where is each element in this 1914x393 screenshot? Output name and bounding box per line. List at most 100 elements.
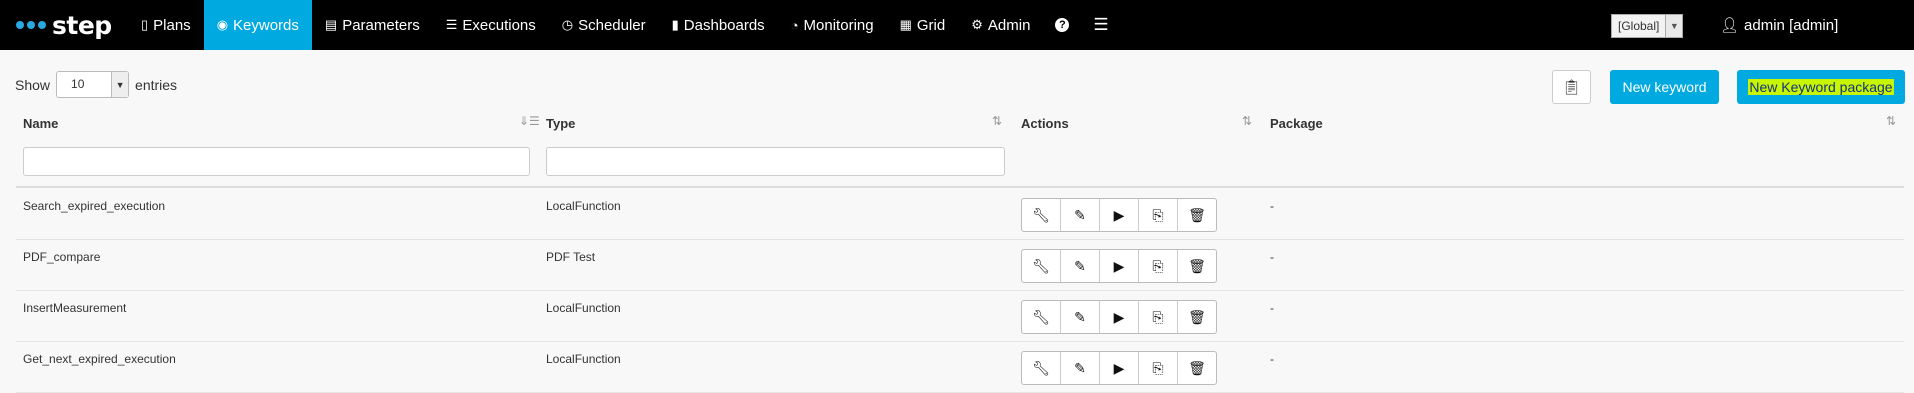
clipboard-icon: 📋︎: [1561, 79, 1582, 96]
row-actions-group: 🔧︎ ✎ ▶ ⎘ 🗑︎: [1021, 351, 1217, 385]
paste-keyword-button[interactable]: 📋︎: [1552, 70, 1591, 104]
keyword-package: -: [1270, 301, 1274, 315]
monitoring-icon: ◔: [790, 17, 799, 33]
column-header-package[interactable]: Package: [1270, 116, 1323, 131]
execute-play-icon: ▶: [1113, 308, 1125, 325]
table-row: Get_next_expired_execution LocalFunction 🔧…: [16, 341, 1904, 393]
delete-trash-icon: 🗑︎: [1188, 308, 1206, 325]
parameters-icon: ▤: [324, 17, 338, 32]
show-label: Show: [15, 76, 51, 93]
table-row: PDF_compare PDF Test 🔧︎ ✎ ▶ ⎘ 🗑︎ -: [16, 239, 1904, 291]
execute-play-icon: ▶: [1113, 359, 1125, 376]
edit-pencil-button[interactable]: ✎: [1061, 352, 1100, 384]
nav-item-monitoring[interactable]: ◔ Monitoring: [778, 0, 887, 50]
nav-item-dashboards[interactable]: ▮ Dashboards: [659, 0, 778, 50]
new-keyword-button[interactable]: New keyword: [1610, 70, 1719, 104]
execute-play-icon: ▶: [1113, 206, 1125, 223]
delete-trash-icon: 🗑︎: [1188, 257, 1206, 274]
nav-item-grid[interactable]: ▦ Grid: [887, 0, 959, 50]
sort-icon[interactable]: ⇅: [1886, 114, 1896, 128]
logo-dots-icon: [16, 21, 46, 29]
configure-wrench-button[interactable]: 🔧︎: [1022, 352, 1061, 384]
edit-pencil-button[interactable]: ✎: [1061, 250, 1100, 282]
page-length-control: Show 10 ▼ entries: [15, 71, 177, 98]
nav-item-label: Keywords: [233, 16, 299, 34]
configure-wrench-button[interactable]: 🔧︎: [1022, 199, 1061, 231]
keyword-type: LocalFunction: [546, 301, 621, 315]
delete-trash-button[interactable]: 🗑︎: [1178, 301, 1216, 333]
keyword-package: -: [1270, 199, 1274, 213]
nav-item-label: Grid: [916, 16, 946, 34]
edit-pencil-icon: ✎: [1074, 257, 1086, 274]
sort-icon[interactable]: ⇅: [1242, 114, 1252, 128]
execute-play-button[interactable]: ▶: [1100, 250, 1139, 282]
nav-item-parameters[interactable]: ▤ Parameters: [312, 0, 433, 50]
brand-logo[interactable]: step: [0, 11, 128, 40]
execute-play-icon: ▶: [1113, 257, 1125, 274]
export-button[interactable]: ⎘: [1139, 301, 1178, 333]
configure-wrench-button[interactable]: 🔧︎: [1022, 250, 1061, 282]
nav-item-label: Plans: [153, 16, 191, 34]
grid-icon: ▦: [899, 17, 912, 32]
executions-icon: ☰: [445, 17, 458, 32]
help-icon: ?: [1055, 18, 1070, 32]
nav-item-plans[interactable]: ▯ Plans: [128, 0, 204, 50]
type-filter-input[interactable]: [546, 147, 1005, 176]
execute-play-button[interactable]: ▶: [1100, 301, 1139, 333]
new-keyword-package-label: New Keyword package: [1748, 79, 1894, 95]
keyword-name: InsertMeasurement: [23, 301, 127, 315]
configure-wrench-icon: 🔧︎: [1032, 359, 1050, 376]
export-button[interactable]: ⎘: [1139, 352, 1178, 384]
chevron-down-icon: ▼: [1665, 15, 1683, 37]
row-actions-group: 🔧︎ ✎ ▶ ⎘ 🗑︎: [1021, 198, 1217, 232]
configure-wrench-button[interactable]: 🔧︎: [1022, 301, 1061, 333]
nav-item-label: Parameters: [342, 16, 420, 34]
delete-trash-icon: 🗑︎: [1188, 206, 1206, 223]
nav-item-keywords[interactable]: ◉ Keywords: [203, 0, 312, 50]
admin-gear-icon: ⚙: [971, 17, 983, 32]
new-keyword-package-button[interactable]: New Keyword package: [1737, 70, 1905, 104]
nav-item-scheduler[interactable]: ◷ Scheduler: [549, 0, 659, 50]
keyword-type: LocalFunction: [546, 352, 621, 366]
table-row: Search_expired_execution LocalFunction 🔧︎ ✎…: [16, 188, 1904, 240]
nav-item-admin[interactable]: ⚙ Admin: [958, 0, 1043, 50]
user-icon: 👤︎: [1720, 17, 1740, 34]
tenant-selector[interactable]: [Global] ▼: [1611, 14, 1684, 38]
main-menu-button[interactable]: ☰: [1081, 0, 1120, 50]
export-icon: ⎘: [1152, 257, 1164, 274]
delete-trash-button[interactable]: 🗑︎: [1178, 352, 1216, 384]
execute-play-button[interactable]: ▶: [1100, 199, 1139, 231]
help-button[interactable]: ?: [1043, 0, 1081, 50]
scheduler-icon: ◷: [561, 17, 574, 32]
delete-trash-button[interactable]: 🗑︎: [1178, 250, 1216, 282]
column-header-type[interactable]: Type: [546, 116, 575, 131]
sort-icon[interactable]: ⇅: [992, 114, 1002, 128]
name-filter-input[interactable]: [23, 147, 530, 176]
export-icon: ⎘: [1152, 308, 1164, 325]
delete-trash-button[interactable]: 🗑︎: [1178, 199, 1216, 231]
keyword-package: -: [1270, 250, 1274, 264]
user-name: admin [admin]: [1744, 16, 1839, 34]
edit-pencil-button[interactable]: ✎: [1061, 301, 1100, 333]
brand-name: step: [52, 10, 112, 40]
configure-wrench-icon: 🔧︎: [1032, 308, 1050, 325]
export-button[interactable]: ⎘: [1139, 250, 1178, 282]
chevron-down-icon: ▼: [111, 72, 129, 97]
user-menu[interactable]: 👤︎ admin [admin]: [1720, 0, 1838, 50]
nav-item-executions[interactable]: ☰ Executions: [433, 0, 549, 50]
keyword-name: Get_next_expired_execution: [23, 352, 176, 366]
delete-trash-icon: 🗑︎: [1188, 359, 1206, 376]
export-icon: ⎘: [1152, 359, 1164, 376]
edit-pencil-button[interactable]: ✎: [1061, 199, 1100, 231]
nav-item-label: Monitoring: [803, 16, 874, 34]
sort-active-icon[interactable]: ⇓☰: [519, 114, 540, 128]
row-actions-group: 🔧︎ ✎ ▶ ⎘ 🗑︎: [1021, 300, 1217, 334]
column-header-actions[interactable]: Actions: [1021, 116, 1069, 131]
nav-item-label: Executions: [462, 16, 536, 34]
hamburger-menu-icon: ☰: [1093, 15, 1109, 34]
page-length-select[interactable]: 10 ▼: [56, 71, 130, 98]
execute-play-button[interactable]: ▶: [1100, 352, 1139, 384]
export-button[interactable]: ⎘: [1139, 199, 1178, 231]
column-header-name[interactable]: Name: [23, 116, 58, 131]
page-length-value: 10: [71, 77, 85, 91]
